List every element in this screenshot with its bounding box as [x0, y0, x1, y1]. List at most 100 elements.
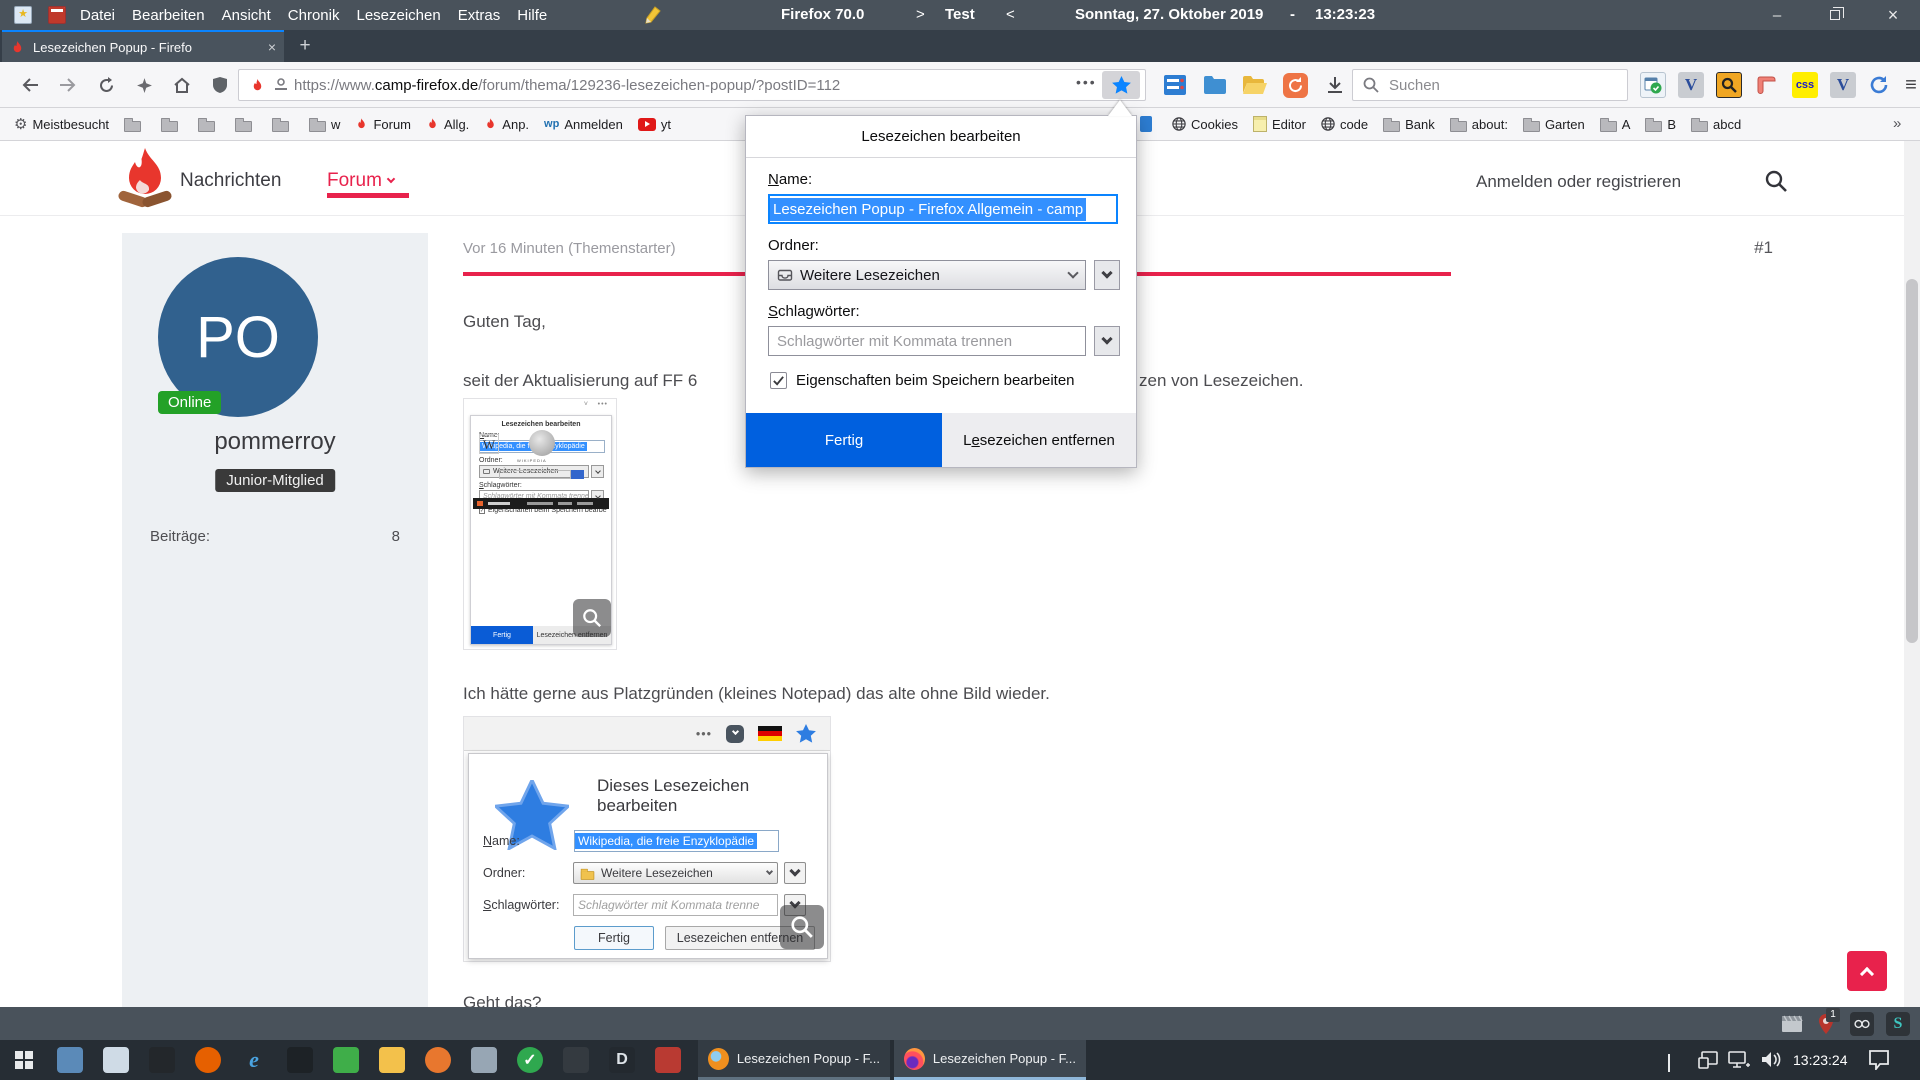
- taskbar-app-icon-12[interactable]: [563, 1047, 589, 1073]
- blue-folder-icon[interactable]: [1202, 72, 1228, 98]
- tray-pin-badge-icon[interactable]: 1: [1814, 1012, 1838, 1036]
- bookmark-bank[interactable]: Bank: [1383, 117, 1435, 132]
- login-link[interactable]: Anmelden oder registrieren: [1476, 172, 1681, 192]
- nav-nachrichten[interactable]: Nachrichten: [180, 170, 281, 192]
- tray-s-icon[interactable]: S: [1886, 1012, 1910, 1036]
- campfire-logo[interactable]: [116, 146, 174, 212]
- extension-magnifier-icon[interactable]: [1716, 72, 1742, 98]
- bookmark-folder[interactable]: [161, 117, 183, 132]
- taskbar-clock[interactable]: 13:23:24: [1793, 1040, 1848, 1080]
- taskbar-app-icon-1[interactable]: [57, 1047, 83, 1073]
- extension-css-icon[interactable]: css: [1792, 72, 1818, 98]
- menu-hilfe[interactable]: Hilfe: [517, 7, 547, 24]
- bookmark-clipped[interactable]: [1140, 116, 1157, 132]
- start-button[interactable]: [0, 1040, 48, 1080]
- bookmark-anmelden[interactable]: wpAnmelden: [544, 117, 623, 132]
- restore-button[interactable]: [1818, 0, 1852, 30]
- open-folder-icon[interactable]: [1242, 72, 1268, 98]
- nav-forum[interactable]: Forum: [327, 170, 394, 192]
- page-scrollbar[interactable]: [1904, 141, 1920, 1007]
- table-grid-icon[interactable]: [48, 6, 66, 24]
- menu-chronik[interactable]: Chronik: [288, 7, 340, 24]
- url-bar[interactable]: https://www.camp-firefox.de/forum/thema/…: [238, 69, 1146, 101]
- taskbar-app-icon-3[interactable]: [149, 1047, 175, 1073]
- taskbar-window-1[interactable]: Lesezeichen Popup - F...: [698, 1040, 890, 1080]
- bookmark-editor[interactable]: Editor: [1253, 116, 1306, 132]
- tray-expand-icon[interactable]: [1668, 1054, 1670, 1070]
- taskbar-app-icon-13[interactable]: D: [609, 1047, 635, 1073]
- minimize-button[interactable]: –: [1760, 0, 1794, 30]
- menu-extras[interactable]: Extras: [458, 7, 501, 24]
- taskbar-app-icon-check[interactable]: ✓: [517, 1047, 543, 1073]
- folder-select[interactable]: Weitere Lesezeichen: [768, 260, 1086, 290]
- menu-ansicht[interactable]: Ansicht: [222, 7, 271, 24]
- taskbar-app-icon-firefox-old[interactable]: [195, 1047, 221, 1073]
- taskbar-window-2-active[interactable]: Lesezeichen Popup - F...: [894, 1040, 1086, 1080]
- bookmark-folder-w[interactable]: w: [309, 117, 340, 132]
- sync-tile-icon[interactable]: [1282, 72, 1308, 98]
- bookmark-a[interactable]: A: [1600, 117, 1631, 132]
- folder-expand-button[interactable]: [1094, 260, 1120, 290]
- extension-calendar-check-icon[interactable]: [1640, 72, 1666, 98]
- search-input[interactable]: Suchen: [1352, 69, 1628, 101]
- name-input[interactable]: Lesezeichen Popup - Firefox Allgemein - …: [768, 194, 1118, 224]
- taskbar-app-icon-14[interactable]: [655, 1047, 681, 1073]
- tab-close-icon[interactable]: ×: [268, 39, 276, 55]
- bookmark-code[interactable]: code: [1321, 117, 1368, 132]
- taskbar-app-icon-10[interactable]: [471, 1047, 497, 1073]
- new-tab-button[interactable]: +: [292, 34, 318, 58]
- remove-bookmark-button[interactable]: Lesezeichen entfernen: [942, 413, 1136, 467]
- bookmark-abcd[interactable]: abcd: [1691, 117, 1741, 132]
- post-meta[interactable]: Vor 16 Minuten (Themenstarter): [463, 240, 676, 257]
- home-icon[interactable]: [170, 73, 194, 97]
- bookmark-allg[interactable]: Allg.: [426, 117, 469, 132]
- action-center-icon[interactable]: [1868, 1050, 1890, 1070]
- bookmark-meistbesucht[interactable]: ⚙Meistbesucht: [14, 115, 109, 133]
- page-actions-icon[interactable]: •••: [1076, 74, 1097, 90]
- menu-bearbeiten[interactable]: Bearbeiten: [132, 7, 205, 24]
- url-text[interactable]: https://www.camp-firefox.de/forum/thema/…: [294, 77, 1054, 94]
- bookmark-b[interactable]: B: [1645, 117, 1676, 132]
- reload-icon[interactable]: [94, 73, 118, 97]
- scrollbar-thumb[interactable]: [1906, 279, 1918, 643]
- taskbar-app-icon-6[interactable]: [287, 1047, 313, 1073]
- attachment-image-new-popup[interactable]: ˅ ••• Lesezeichen bearbeiten W WIKIPEDIA…: [463, 398, 617, 650]
- tray-speaker-icon[interactable]: [1760, 1050, 1782, 1069]
- taskbar-app-icon-7[interactable]: [333, 1047, 359, 1073]
- done-button[interactable]: Fertig: [746, 413, 942, 467]
- bookmarks-sidebar-icon[interactable]: [1162, 72, 1188, 98]
- bookmark-about[interactable]: about:: [1450, 117, 1508, 132]
- pencil-icon[interactable]: [645, 6, 661, 24]
- shield-icon[interactable]: [208, 73, 232, 97]
- scroll-to-top-button[interactable]: [1847, 951, 1887, 991]
- tags-input[interactable]: Schlagwörter mit Kommata trennen: [768, 326, 1086, 356]
- bookmark-yt[interactable]: yt: [638, 117, 671, 132]
- tray-clapper-icon[interactable]: [1780, 1012, 1804, 1036]
- bookmark-forum[interactable]: Forum: [355, 117, 411, 132]
- menu-lesezeichen[interactable]: Lesezeichen: [356, 7, 440, 24]
- bookmark-anp[interactable]: Anp.: [484, 117, 529, 132]
- back-icon[interactable]: [18, 73, 42, 97]
- extension-v1-icon[interactable]: V: [1678, 72, 1704, 98]
- permissions-icon[interactable]: [274, 78, 288, 92]
- active-tab[interactable]: Lesezeichen Popup - Firefo ×: [2, 30, 284, 62]
- tray-network-icon[interactable]: [1728, 1051, 1750, 1069]
- hamburger-menu-icon[interactable]: ≡: [1898, 72, 1920, 98]
- bookmark-cookies[interactable]: Cookies: [1172, 117, 1238, 132]
- session-manager-icon[interactable]: ★: [14, 6, 32, 24]
- bookmark-garten[interactable]: Garten: [1523, 117, 1585, 132]
- bookmark-star-button[interactable]: [1102, 71, 1140, 99]
- download-icon[interactable]: [1322, 72, 1348, 98]
- header-search-icon[interactable]: [1765, 170, 1787, 192]
- taskbar-app-icon-9[interactable]: [425, 1047, 451, 1073]
- extension-v2-icon[interactable]: V: [1830, 72, 1856, 98]
- tray-tablet-icon[interactable]: [1698, 1051, 1718, 1069]
- checkbox-checked[interactable]: [770, 372, 787, 389]
- taskbar-app-icon-ie[interactable]: e: [241, 1047, 267, 1073]
- tray-binoculars-icon[interactable]: [1850, 1012, 1874, 1036]
- tags-expand-button[interactable]: [1094, 326, 1120, 356]
- extension-sync-arrows-icon[interactable]: [1866, 72, 1892, 98]
- taskbar-app-icon-2[interactable]: [103, 1047, 129, 1073]
- taskbar-app-icon-explorer[interactable]: [379, 1047, 405, 1073]
- bookmark-folder[interactable]: [272, 117, 294, 132]
